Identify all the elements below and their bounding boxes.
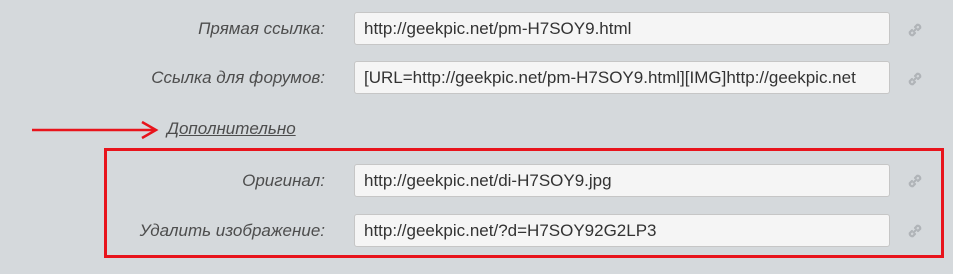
chain-link-icon[interactable]	[906, 222, 924, 240]
forum-link-label: Ссылка для форумов:	[151, 68, 325, 87]
direct-link-label: Прямая ссылка:	[198, 19, 325, 38]
red-arrow-icon	[32, 120, 159, 140]
original-link-field[interactable]	[354, 164, 890, 197]
chain-link-icon[interactable]	[906, 70, 924, 88]
forum-link-field[interactable]	[354, 61, 890, 94]
more-options-link[interactable]: Дополнительно	[167, 119, 296, 139]
chain-link-icon[interactable]	[906, 172, 924, 190]
share-links-panel: Прямая ссылка: Ссылка для форумов: Допол…	[0, 0, 953, 274]
direct-link-field[interactable]	[354, 12, 890, 45]
delete-link-field[interactable]	[354, 214, 890, 247]
delete-image-label: Удалить изображение:	[139, 221, 325, 240]
original-label: Оригинал:	[242, 171, 325, 190]
chain-link-icon[interactable]	[906, 21, 924, 39]
